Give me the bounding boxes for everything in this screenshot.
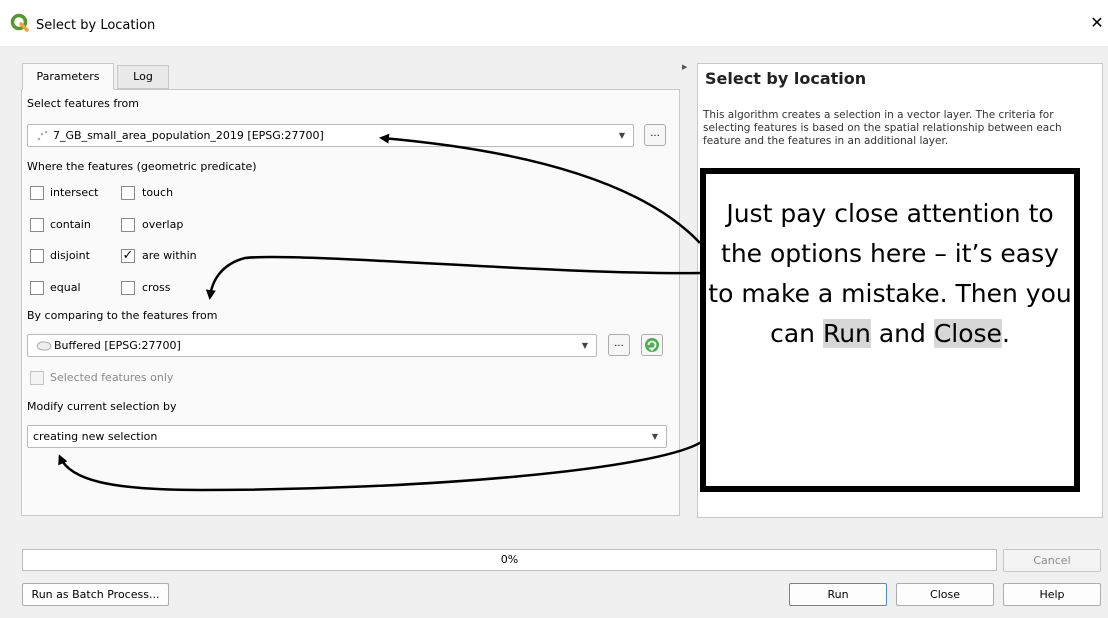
input-layer-combo[interactable]: 7_GB_small_area_population_2019 [EPSG:27… — [27, 124, 634, 147]
run-as-batch-button[interactable]: Run as Batch Process... — [22, 583, 169, 606]
annotation-close-highlight: Close — [933, 319, 1002, 348]
modify-selection-value: creating new selection — [33, 430, 158, 443]
qgis-logo-icon — [10, 13, 29, 32]
help-button[interactable]: Help — [1003, 583, 1101, 606]
checkbox-label: equal — [50, 281, 81, 294]
iterate-button[interactable] — [641, 334, 663, 356]
close-button[interactable]: Close — [896, 583, 994, 606]
help-title: Select by location — [705, 69, 867, 88]
compare-label: By comparing to the features from — [27, 309, 218, 322]
run-button[interactable]: Run — [789, 583, 887, 606]
checkbox-label: intersect — [50, 186, 99, 199]
checkbox-label: touch — [142, 186, 174, 199]
checkbox-label: contain — [50, 218, 91, 231]
close-window-icon[interactable]: ✕ — [1088, 13, 1106, 33]
checkbox-intersect[interactable] — [30, 186, 44, 200]
checkbox-overlap[interactable] — [121, 218, 135, 232]
predicate-label: Where the features (geometric predicate) — [27, 160, 257, 173]
checkbox-label: overlap — [142, 218, 184, 231]
annotation-text-and: and — [870, 319, 934, 348]
point-layer-icon — [37, 130, 48, 141]
compare-layer-value: Buffered [EPSG:27700] — [54, 339, 181, 352]
compare-layer-combo[interactable]: Buffered [EPSG:27700] ▼ — [27, 334, 597, 357]
progress-label: 0% — [500, 553, 519, 566]
checkbox-contain[interactable] — [30, 218, 44, 232]
input-layer-value: 7_GB_small_area_population_2019 [EPSG:27… — [53, 129, 324, 142]
modify-label: Modify current selection by — [27, 400, 177, 413]
tab-parameters[interactable]: Parameters — [22, 63, 114, 90]
checkbox-are-within[interactable]: ✓ — [121, 249, 135, 263]
parameters-panel — [21, 89, 680, 516]
input-layer-browse-button[interactable]: ... — [644, 124, 666, 146]
checkbox-label: disjoint — [50, 249, 90, 262]
help-description: This algorithm creates a selection in a … — [703, 109, 1062, 147]
chevron-down-icon: ▼ — [651, 432, 658, 441]
checkbox-label: are within — [142, 249, 197, 262]
chevron-down-icon: ▼ — [618, 131, 625, 140]
checkbox-cross[interactable] — [121, 281, 135, 295]
compare-layer-browse-button[interactable]: ... — [608, 334, 630, 356]
checkbox-disjoint[interactable] — [30, 249, 44, 263]
iterate-icon — [645, 338, 659, 352]
title-bar — [0, 0, 1108, 46]
select-from-label: Select features from — [27, 97, 139, 110]
checkbox-equal[interactable] — [30, 281, 44, 295]
annotation-text: Just pay close attention to the options … — [706, 194, 1074, 354]
checkbox-label: cross — [142, 281, 171, 294]
checkbox-touch[interactable] — [121, 186, 135, 200]
chevron-down-icon: ▼ — [581, 341, 588, 350]
splitter-collapse-icon[interactable]: ▶ — [682, 63, 687, 71]
window-title: Select by Location — [36, 18, 156, 33]
selected-only-label: Selected features only — [50, 371, 174, 384]
polygon-layer-icon — [36, 341, 52, 351]
progress-bar: 0% — [22, 549, 997, 571]
annotation-run-highlight: Run — [822, 319, 871, 348]
checkbox-selected-only[interactable] — [30, 371, 44, 385]
annotation-text-end: . — [1001, 319, 1010, 348]
modify-selection-combo[interactable]: creating new selection ▼ — [27, 425, 667, 448]
cancel-button[interactable]: Cancel — [1003, 549, 1101, 572]
tab-log[interactable]: Log — [117, 65, 169, 89]
